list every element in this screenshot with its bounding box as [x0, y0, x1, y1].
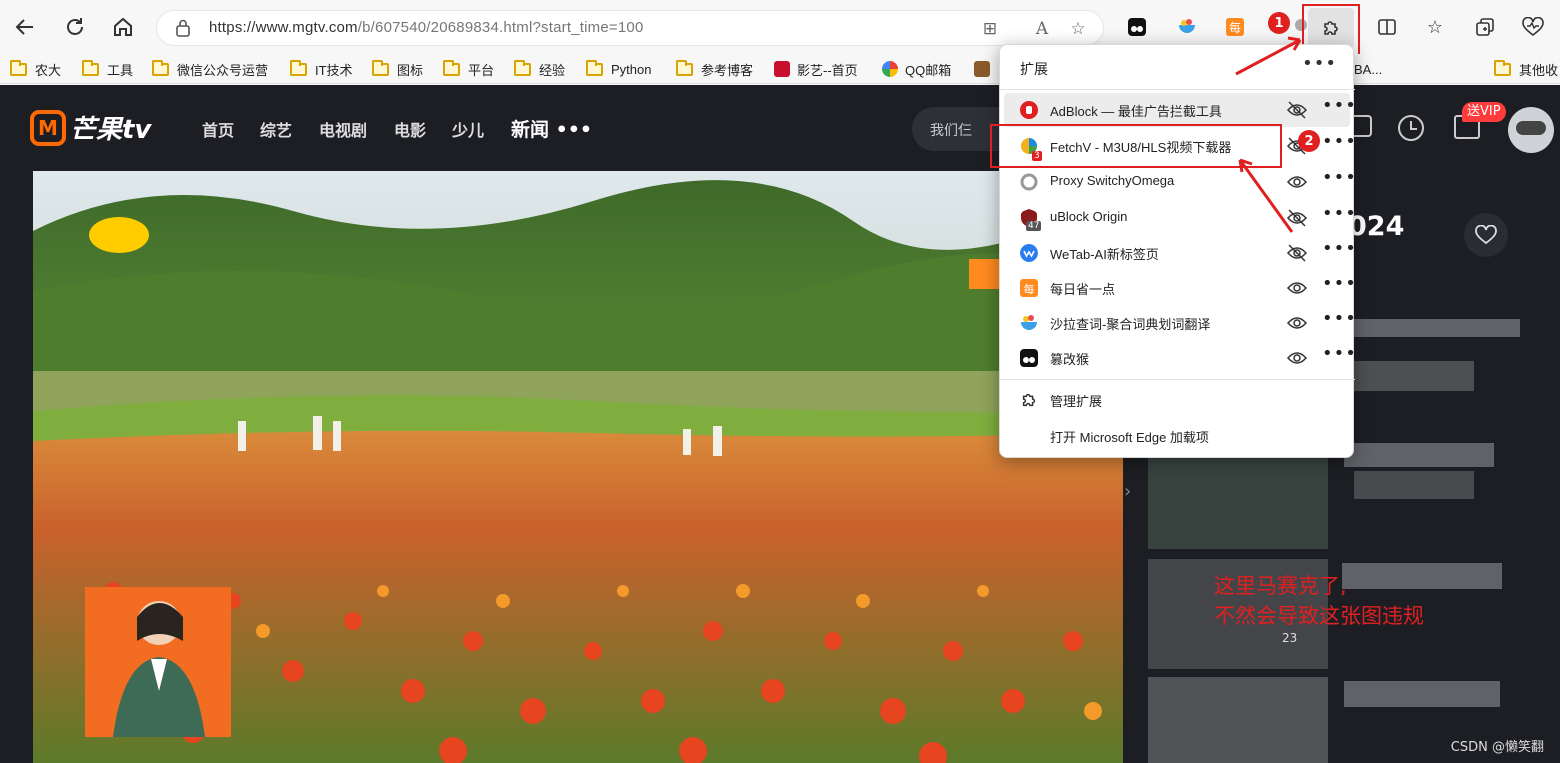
annotation-arrows — [1235, 36, 1302, 233]
